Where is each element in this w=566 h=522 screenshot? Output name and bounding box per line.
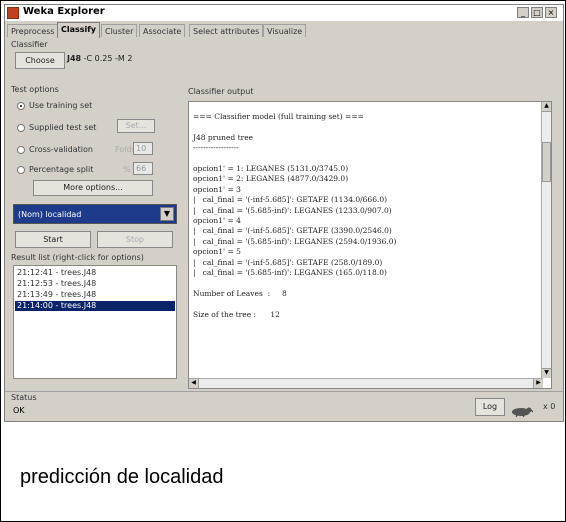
scroll-thumb[interactable] (542, 142, 551, 182)
output-line: | cal_final = '(-inf-5.685]': GETAFE (11… (193, 195, 388, 205)
test-options-label: Test options (11, 85, 59, 94)
tab-associate[interactable]: Associate (139, 24, 186, 37)
classifier-output-label: Classifier output (188, 87, 254, 96)
cross-validation-radio[interactable] (17, 146, 25, 154)
weka-explorer-window: Weka Explorer _ □ × Preprocess Classify … (4, 4, 564, 422)
scroll-right-icon[interactable]: ▶ (533, 379, 543, 388)
list-item[interactable]: 21:12:53 - trees.J48 (15, 279, 175, 289)
classifier-options: -C 0.25 -M 2 (83, 54, 133, 63)
folds-field[interactable]: 10 (133, 142, 153, 155)
tab-preprocess[interactable]: Preprocess (7, 24, 59, 37)
set-button[interactable]: Set... (117, 119, 155, 133)
class-attribute-select[interactable]: (Nom) localidad ▼ (13, 204, 177, 224)
output-line: Number of Leaves : 8 (193, 288, 287, 298)
output-line: | cal_final = '(-inf-5.685]': GETAFE (25… (193, 257, 383, 267)
percent-symbol: % (123, 165, 131, 174)
task-count: x 0 (543, 402, 556, 411)
scroll-left-icon[interactable]: ◀ (189, 379, 199, 388)
output-line: opcion1' = 1: LEGANES (5131.0/3745.0) (193, 164, 349, 173)
output-line: | cal_final = '(5.685-inf)': LEGANES (12… (193, 205, 392, 215)
tab-select-attributes[interactable]: Select attributes (189, 24, 264, 37)
supplied-test-set-label: Supplied test set (29, 123, 97, 132)
vertical-scrollbar[interactable]: ▲ ▼ (541, 102, 551, 378)
output-line: opcion1' = 3 (193, 184, 241, 194)
percentage-split-label: Percentage split (29, 165, 94, 174)
chevron-down-icon[interactable]: ▼ (160, 207, 174, 221)
classifier-name: J48 (67, 54, 82, 63)
result-list-label: Result list (right-click for options) (11, 253, 144, 262)
percentage-field[interactable]: 66 (133, 162, 153, 175)
output-line: opcion1' = 4 (193, 216, 241, 225)
list-item[interactable]: 21:12:41 - trees.J48 (15, 268, 175, 278)
window-title: Weka Explorer (23, 6, 105, 17)
log-button[interactable]: Log (475, 398, 505, 416)
tab-classify[interactable]: Classify (57, 22, 100, 38)
list-item[interactable]: 21:13:49 - trees.J48 (15, 290, 175, 300)
output-line: Size of the tree : 12 (193, 309, 280, 319)
supplied-test-set-radio[interactable] (17, 124, 25, 132)
status-label: Status (11, 393, 37, 402)
output-line: opcion1' = 5 (193, 247, 241, 257)
minimize-icon[interactable]: _ (517, 7, 529, 18)
classifier-spec[interactable]: J48 -C 0.25 -M 2 (67, 54, 132, 63)
tab-bar: Preprocess Classify Cluster Associate Se… (5, 22, 563, 38)
status-bar: Status OK Log x 0 (5, 391, 563, 421)
maximize-icon[interactable]: □ (531, 7, 543, 18)
more-options-button[interactable]: More options... (33, 180, 153, 196)
list-item-selected[interactable]: 21:14:00 - trees.J48 (15, 301, 175, 311)
output-line: ------------------ (193, 143, 239, 153)
tab-cluster[interactable]: Cluster (101, 24, 138, 37)
use-training-set-label: Use training set (29, 101, 93, 110)
output-line: opcion1' = 2: LEGANES (4877.0/3429.0) (193, 174, 349, 184)
result-list: 21:12:41 - trees.J48 21:12:53 - trees.J4… (13, 265, 177, 379)
weka-bird-icon (7, 7, 19, 19)
scroll-down-icon[interactable]: ▼ (542, 368, 551, 378)
output-line: | cal_final = '(5.685-inf)': LEGANES (16… (193, 268, 387, 277)
classifier-section-label: Classifier (11, 40, 48, 49)
close-icon[interactable]: × (545, 7, 557, 18)
output-line: === Classifier model (full training set)… (193, 112, 364, 121)
percentage-split-radio[interactable] (17, 166, 25, 174)
output-line: | cal_final = '(5.685-inf)': LEGANES (25… (193, 236, 397, 246)
scroll-up-icon[interactable]: ▲ (542, 102, 551, 112)
class-attribute-value: (Nom) localidad (18, 210, 82, 219)
output-line: J48 pruned tree (193, 132, 254, 142)
status-text: OK (13, 406, 25, 415)
slide-caption: predicción de localidad (20, 466, 224, 488)
tab-visualize[interactable]: Visualize (263, 24, 307, 37)
output-line: | cal_final = '(-inf-5.685]': GETAFE (33… (193, 226, 392, 236)
weka-status-bird-icon[interactable] (509, 405, 533, 417)
choose-button[interactable]: Choose (15, 52, 65, 69)
cross-validation-label: Cross-validation (29, 145, 93, 154)
classifier-output-panel[interactable]: === Classifier model (full training set)… (188, 101, 552, 389)
use-training-set-radio[interactable] (17, 102, 25, 110)
title-bar: Weka Explorer _ □ × (5, 5, 563, 21)
stop-button[interactable]: Stop (97, 231, 173, 248)
horizontal-scrollbar[interactable]: ◀ ▶ (189, 378, 543, 388)
start-button[interactable]: Start (15, 231, 91, 248)
